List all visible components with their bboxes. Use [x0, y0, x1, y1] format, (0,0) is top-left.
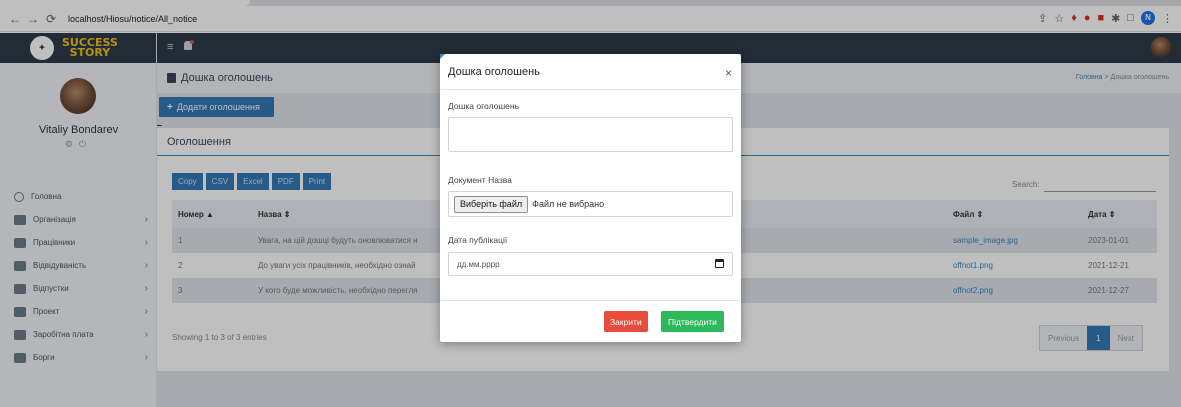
choose-file-button[interactable]: Виберіть файл: [454, 195, 529, 213]
modal-title: Дошка оголошень: [448, 65, 540, 78]
notice-modal: Дошка оголошень × Дошка оголошень Докуме…: [440, 54, 741, 342]
modal-footer: Закрити Підтвердити: [440, 300, 741, 342]
date-placeholder: дд.мм.рррр: [457, 259, 500, 269]
confirm-button[interactable]: Підтвердити: [661, 311, 724, 332]
publish-date-label: Дата публікації: [448, 235, 508, 245]
publish-date-input[interactable]: дд.мм.рррр: [448, 252, 733, 276]
close-button[interactable]: Закрити: [604, 311, 648, 332]
document-name-label: Документ Назва: [448, 175, 512, 185]
calendar-icon[interactable]: [715, 259, 724, 268]
modal-header: Дошка оголошень ×: [440, 54, 741, 90]
close-icon[interactable]: ×: [725, 66, 732, 80]
notice-textarea[interactable]: [448, 117, 733, 152]
file-status: Файл не вибрано: [532, 199, 605, 209]
notice-text-label: Дошка оголошень: [448, 101, 520, 111]
file-input[interactable]: Виберіть файл Файл не вибрано: [448, 191, 733, 217]
